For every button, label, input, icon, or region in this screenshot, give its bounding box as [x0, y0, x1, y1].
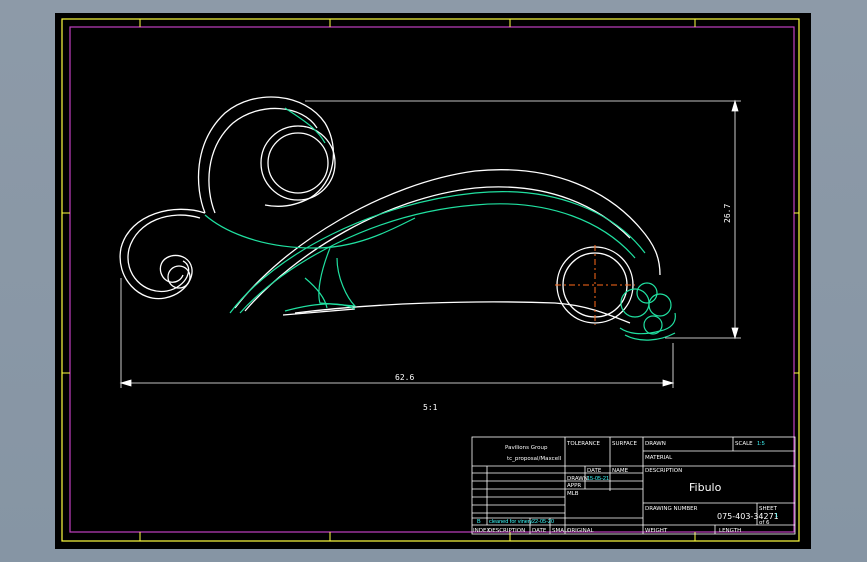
revision-date: 22-05-20: [532, 519, 554, 525]
view-scale-label: 5:1: [423, 403, 438, 412]
revision-index: B: [477, 519, 481, 525]
row-mlb: MLB: [567, 491, 579, 497]
weight-label: WEIGHT: [645, 528, 668, 534]
center-lines: [555, 245, 635, 325]
inner-frame: [69, 26, 795, 533]
row-appr: APPR: [567, 483, 581, 489]
description-label: DESCRIPTION: [645, 468, 682, 474]
description-title: Fibulo: [689, 481, 722, 494]
scale-value: 1:5: [757, 441, 765, 447]
row-drawn: DRAWN: [567, 476, 588, 482]
surface-label: SURFACE: [612, 441, 638, 447]
revision-note: cleaned for vinery: [489, 519, 533, 525]
cad-viewport[interactable]: 62.6 26.7 5:1 Pavilions Group tc_proposa…: [55, 13, 811, 549]
file-path: tc_proposal/Maxcell: [507, 456, 562, 462]
part-outline: [119, 96, 661, 324]
tolerance-label: TOLERANCE: [566, 441, 601, 447]
row-drawn-date: 15-05-21: [587, 476, 609, 482]
material-label: MATERIAL: [645, 455, 673, 461]
column-original: ORIGINAL: [567, 528, 595, 534]
date-header: DATE: [587, 468, 602, 474]
drawing-number-label: DRAWING NUMBER: [645, 506, 698, 512]
dimension-lines: [119, 99, 741, 388]
length-label: LENGTH: [719, 528, 741, 534]
sheet-label: SHEET: [759, 506, 778, 512]
column-date: DATE: [532, 528, 547, 534]
sheet-of: of 6: [759, 520, 770, 526]
dimension-height: 26.7: [723, 204, 732, 223]
name-header: NAME: [612, 468, 629, 474]
column-description: DESCRIPTION: [488, 528, 525, 534]
sheet-number: 1: [775, 513, 778, 519]
frame-ticks: [62, 19, 799, 541]
outer-frame: [61, 18, 800, 542]
drawn-label: DRAWN: [645, 441, 666, 447]
company-name: Pavilions Group: [505, 445, 548, 451]
scale-label: SCALE: [735, 441, 753, 447]
drawing-sheet: 62.6 26.7 5:1 Pavilions Group tc_proposa…: [61, 18, 800, 542]
dimension-width: 62.6: [395, 373, 414, 382]
